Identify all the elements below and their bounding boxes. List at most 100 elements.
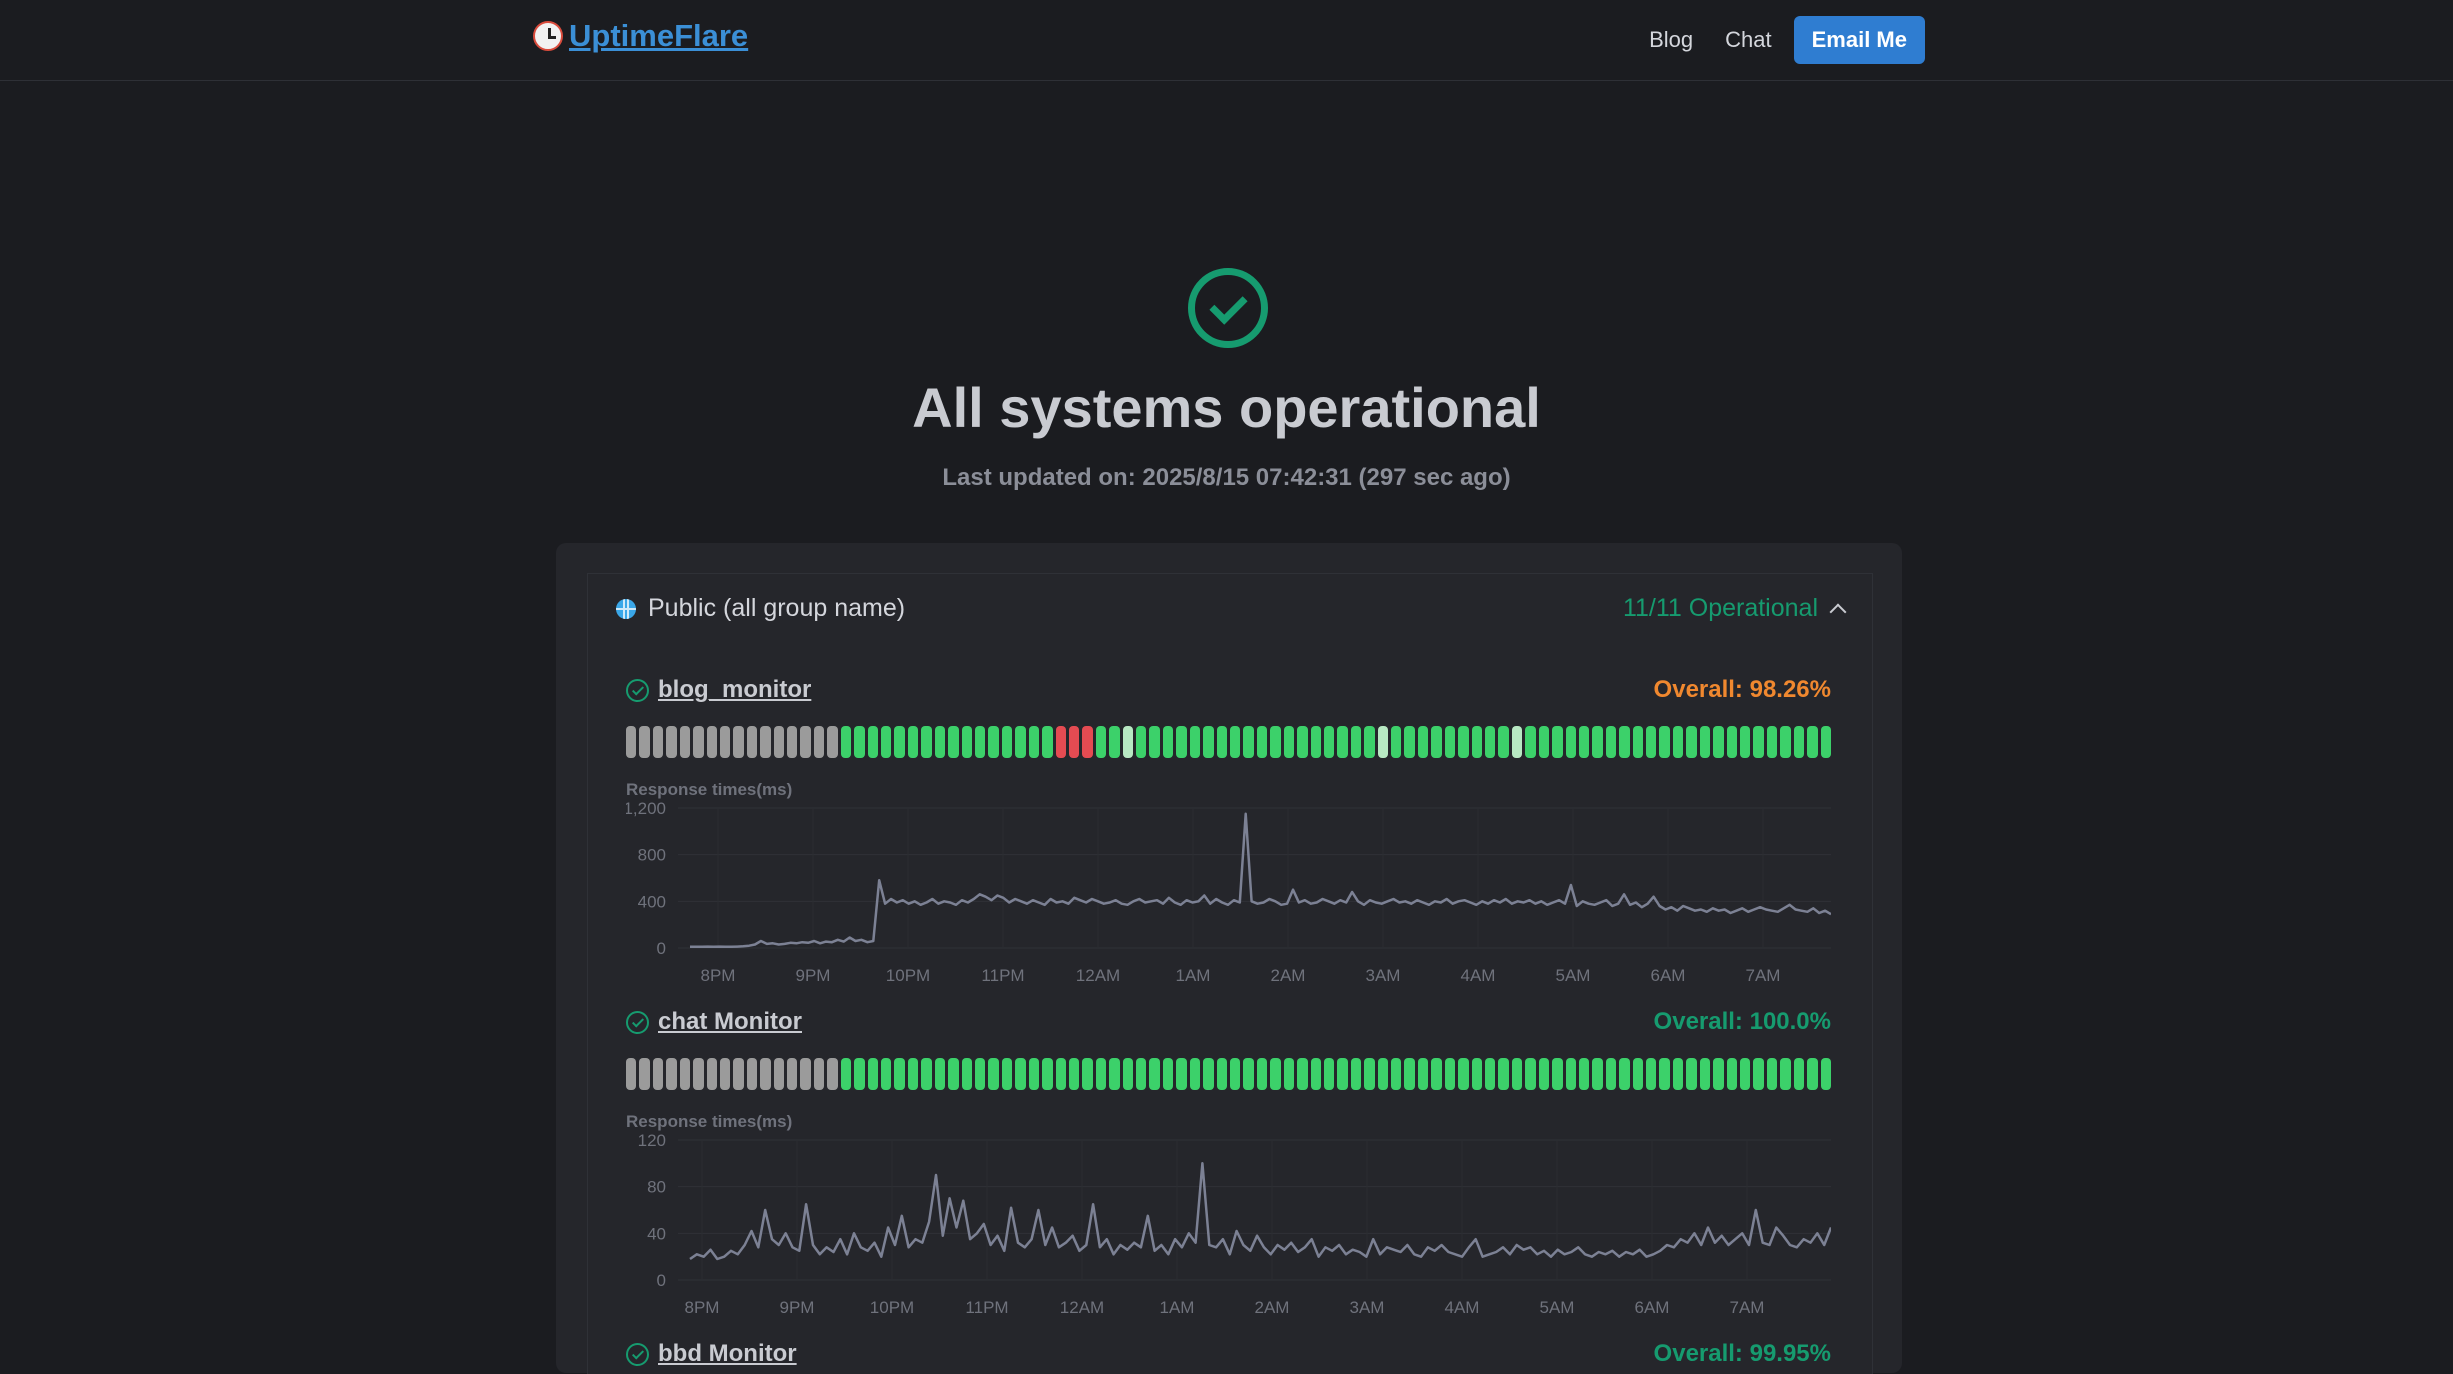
uptime-bar[interactable] bbox=[934, 726, 946, 758]
uptime-bar[interactable] bbox=[1686, 726, 1697, 758]
uptime-bar[interactable] bbox=[1297, 1058, 1308, 1090]
uptime-bar[interactable] bbox=[1216, 1058, 1227, 1090]
uptime-bar[interactable] bbox=[1766, 1058, 1778, 1090]
uptime-bar[interactable] bbox=[1646, 726, 1657, 758]
uptime-bar[interactable] bbox=[1672, 726, 1684, 758]
uptime-bar[interactable] bbox=[693, 726, 704, 758]
uptime-bar[interactable] bbox=[1323, 726, 1335, 758]
uptime-bar[interactable] bbox=[1149, 1058, 1160, 1090]
uptime-bar[interactable] bbox=[867, 1058, 879, 1090]
uptime-bar[interactable] bbox=[1485, 726, 1496, 758]
uptime-bar[interactable] bbox=[1082, 1058, 1093, 1090]
uptime-bar[interactable] bbox=[1511, 726, 1523, 758]
uptime-bar[interactable] bbox=[1565, 726, 1576, 758]
email-me-button[interactable]: Email Me bbox=[1793, 16, 1925, 64]
uptime-bar[interactable] bbox=[1310, 726, 1321, 758]
uptime-bar[interactable] bbox=[679, 726, 691, 758]
uptime-bar[interactable] bbox=[1619, 1058, 1630, 1090]
uptime-bar[interactable] bbox=[1297, 726, 1308, 758]
uptime-bar[interactable] bbox=[1310, 1058, 1321, 1090]
uptime-bar[interactable] bbox=[1565, 1058, 1576, 1090]
uptime-bar[interactable] bbox=[679, 1058, 691, 1090]
uptime-bar[interactable] bbox=[1686, 1058, 1697, 1090]
uptime-bar[interactable] bbox=[1807, 726, 1818, 758]
uptime-bar[interactable] bbox=[1552, 1058, 1563, 1090]
uptime-bar[interactable] bbox=[1699, 726, 1711, 758]
uptime-bar[interactable] bbox=[881, 726, 892, 758]
uptime-bar[interactable] bbox=[988, 1058, 999, 1090]
uptime-bar[interactable] bbox=[1780, 1058, 1791, 1090]
uptime-bar[interactable] bbox=[1525, 1058, 1536, 1090]
uptime-bar[interactable] bbox=[1605, 1058, 1617, 1090]
uptime-bar[interactable] bbox=[1136, 726, 1147, 758]
uptime-bar[interactable] bbox=[1337, 1058, 1348, 1090]
uptime-bar[interactable] bbox=[787, 726, 798, 758]
uptime-bar[interactable] bbox=[1404, 726, 1415, 758]
uptime-bar[interactable] bbox=[840, 726, 852, 758]
group-status[interactable]: 11/11 Operational bbox=[1623, 594, 1847, 623]
uptime-bar[interactable] bbox=[1391, 726, 1402, 758]
uptime-bar[interactable] bbox=[1377, 726, 1389, 758]
uptime-bar[interactable] bbox=[760, 726, 771, 758]
uptime-bar[interactable] bbox=[921, 1058, 932, 1090]
uptime-bar[interactable] bbox=[1095, 726, 1107, 758]
uptime-bar[interactable] bbox=[1632, 1058, 1644, 1090]
uptime-bar[interactable] bbox=[1538, 1058, 1550, 1090]
uptime-bar[interactable] bbox=[639, 726, 650, 758]
uptime-bar[interactable] bbox=[1753, 726, 1764, 758]
uptime-bar[interactable] bbox=[1404, 1058, 1415, 1090]
uptime-bar[interactable] bbox=[1243, 726, 1254, 758]
uptime-bar[interactable] bbox=[1391, 1058, 1402, 1090]
uptime-bar[interactable] bbox=[1283, 726, 1295, 758]
uptime-bar[interactable] bbox=[760, 1058, 771, 1090]
uptime-bar[interactable] bbox=[1001, 726, 1013, 758]
uptime-bar[interactable] bbox=[1659, 726, 1670, 758]
uptime-bar[interactable] bbox=[1337, 726, 1348, 758]
uptime-bar[interactable] bbox=[1162, 726, 1174, 758]
uptime-bar[interactable] bbox=[773, 726, 785, 758]
uptime-bar[interactable] bbox=[854, 726, 865, 758]
uptime-bar[interactable] bbox=[1136, 1058, 1147, 1090]
uptime-bar[interactable] bbox=[867, 726, 879, 758]
uptime-bar[interactable] bbox=[961, 1058, 972, 1090]
uptime-bar[interactable] bbox=[1082, 726, 1093, 758]
uptime-bar[interactable] bbox=[1189, 1058, 1201, 1090]
uptime-bar[interactable] bbox=[1471, 1058, 1482, 1090]
uptime-bar[interactable] bbox=[1323, 1058, 1335, 1090]
uptime-bar[interactable] bbox=[1498, 1058, 1509, 1090]
uptime-bar[interactable] bbox=[1740, 726, 1751, 758]
uptime-bar[interactable] bbox=[1270, 1058, 1281, 1090]
uptime-bar[interactable] bbox=[1659, 1058, 1670, 1090]
uptime-bar[interactable] bbox=[1525, 726, 1536, 758]
uptime-bar[interactable] bbox=[1042, 1058, 1053, 1090]
uptime-bar[interactable] bbox=[827, 1058, 838, 1090]
uptime-bar[interactable] bbox=[854, 1058, 865, 1090]
uptime-bar[interactable] bbox=[1350, 726, 1362, 758]
monitor-name-link[interactable]: blog_monitor bbox=[626, 676, 811, 704]
uptime-bar[interactable] bbox=[894, 1058, 905, 1090]
uptime-bar[interactable] bbox=[1793, 726, 1805, 758]
uptime-bar[interactable] bbox=[1740, 1058, 1751, 1090]
uptime-bar[interactable] bbox=[639, 1058, 650, 1090]
uptime-bar[interactable] bbox=[1028, 1058, 1040, 1090]
uptime-bar[interactable] bbox=[1646, 1058, 1657, 1090]
uptime-bar[interactable] bbox=[773, 1058, 785, 1090]
uptime-bar[interactable] bbox=[666, 726, 677, 758]
monitor-name-link[interactable]: bbd Monitor bbox=[626, 1340, 797, 1368]
uptime-bar[interactable] bbox=[1699, 1058, 1711, 1090]
uptime-bar[interactable] bbox=[1485, 1058, 1496, 1090]
uptime-bar[interactable] bbox=[988, 726, 999, 758]
uptime-bar[interactable] bbox=[1417, 1058, 1429, 1090]
monitor-name-link[interactable]: chat Monitor bbox=[626, 1008, 802, 1036]
uptime-bar[interactable] bbox=[907, 1058, 919, 1090]
uptime-bar[interactable] bbox=[921, 726, 932, 758]
uptime-bar[interactable] bbox=[1578, 726, 1590, 758]
uptime-bar[interactable] bbox=[1458, 1058, 1469, 1090]
uptime-bar[interactable] bbox=[1713, 726, 1724, 758]
uptime-bar[interactable] bbox=[706, 1058, 717, 1090]
uptime-bar[interactable] bbox=[666, 1058, 677, 1090]
uptime-bar[interactable] bbox=[746, 726, 758, 758]
uptime-bar[interactable] bbox=[1619, 726, 1630, 758]
uptime-bar[interactable] bbox=[1216, 726, 1227, 758]
uptime-bar[interactable] bbox=[1122, 1058, 1134, 1090]
